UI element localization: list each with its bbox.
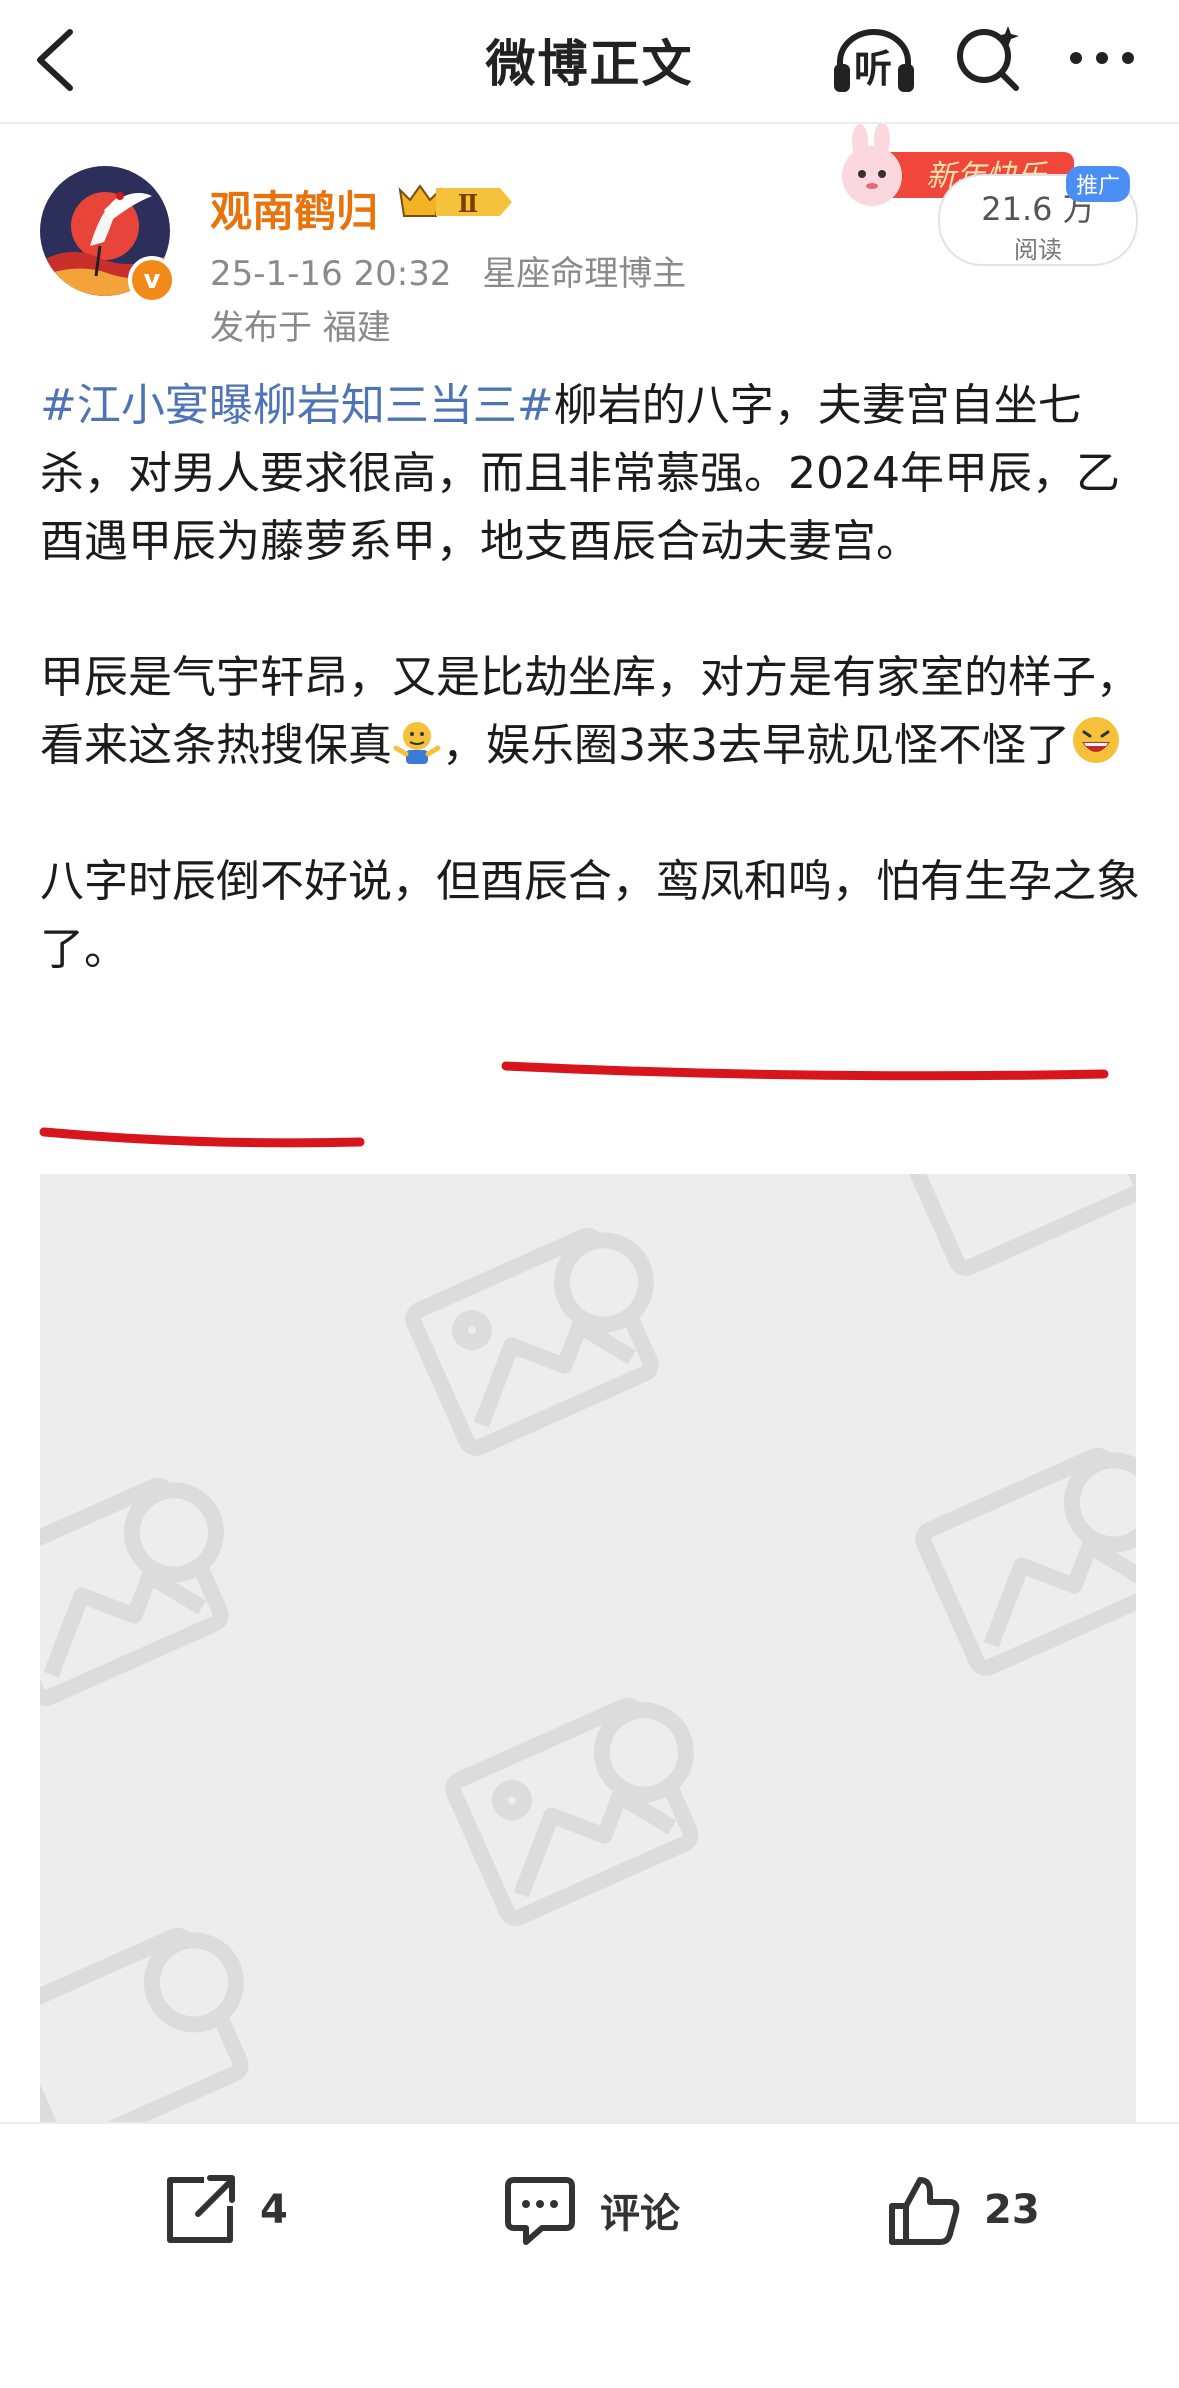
- verified-badge: v: [128, 256, 176, 304]
- post-body: #江小宴曝柳岩知三当三#柳岩的八字，夫妻宫自坐七杀，对男人要求很高，而且非常慕强…: [40, 372, 1140, 984]
- post-time: 25-1-16 20:32: [210, 254, 452, 294]
- laughing-emoji-icon: [1073, 717, 1119, 763]
- listen-label: 听: [854, 47, 893, 91]
- read-count-label: 阅读: [1014, 236, 1062, 264]
- comment-button[interactable]: 评论: [502, 2170, 680, 2250]
- broken-image-icons: [40, 1174, 1136, 2124]
- like-count: 23: [984, 2187, 1040, 2233]
- share-icon: [167, 2175, 235, 2243]
- search-icon[interactable]: [952, 22, 1024, 94]
- share-button[interactable]: 4: [162, 2170, 288, 2250]
- share-count: 4: [260, 2187, 288, 2233]
- post-paragraph-3: 八字时辰倒不好说，但酉辰合，鸾凤和鸣，怕有生孕之象了。: [40, 856, 1140, 975]
- vip-level-badge: Ⅱ: [398, 184, 512, 218]
- vip-level-text: Ⅱ: [458, 189, 478, 218]
- like-button[interactable]: 23: [886, 2170, 1040, 2250]
- hashtag-link[interactable]: #江小宴曝柳岩知三当三#: [40, 380, 554, 431]
- post-location: 发布于 福建: [210, 308, 391, 348]
- comment-label: 评论: [600, 2191, 680, 2237]
- post-meta: 25-1-16 20:32 星座命理博主: [210, 246, 706, 295]
- post-paragraph-1: #江小宴曝柳岩知三当三#柳岩的八字，夫妻宫自坐七杀，对男人要求很高，而且非常慕强…: [40, 372, 1140, 576]
- shrug-emoji-icon: [393, 722, 441, 764]
- bottom-action-bar: 4 评论 23: [0, 2122, 1179, 2388]
- author-name[interactable]: 观南鹤归: [210, 178, 378, 239]
- nav-bar: 微博正文 听: [0, 0, 1179, 124]
- promoted-badge: 推广: [1066, 166, 1131, 202]
- listen-button[interactable]: 听: [832, 24, 916, 96]
- comment-icon: [505, 2177, 575, 2245]
- post-paragraph-2-text-b: ，娱乐圈3来3去早就见怪不怪了: [442, 720, 1070, 771]
- thumbs-up-icon: [889, 2177, 960, 2245]
- more-options-icon[interactable]: [1066, 38, 1138, 78]
- author-role: 星座命理博主: [482, 254, 687, 294]
- post-paragraph-2: 甲辰是气宇轩昂，又是比劫坐库，对方是有家室的样子，看来这条热搜保真 ，娱乐圈3来3…: [40, 644, 1140, 780]
- image-placeholder[interactable]: [40, 1174, 1136, 2124]
